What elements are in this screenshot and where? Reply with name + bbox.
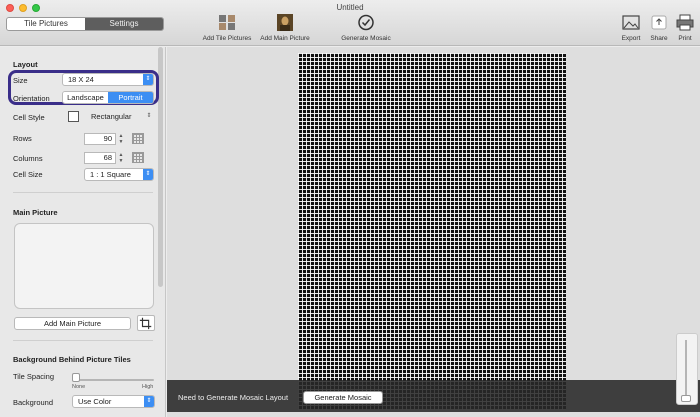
crop-icon bbox=[139, 317, 152, 330]
rows-grid-icon bbox=[132, 133, 144, 144]
share-button[interactable]: Share bbox=[647, 14, 671, 42]
export-button[interactable]: Export bbox=[619, 14, 643, 42]
rows-label: Rows bbox=[13, 134, 32, 143]
size-select[interactable]: 18 X 24 ⇕ bbox=[62, 73, 154, 86]
add-main-picture-label: Add Main Picture bbox=[260, 35, 310, 42]
size-value: 18 X 24 bbox=[68, 75, 94, 84]
section-divider bbox=[13, 192, 153, 193]
notice-text: Need to Generate Mosaic Layout bbox=[178, 393, 289, 402]
add-tile-pictures-label: Add Tile Pictures bbox=[202, 35, 252, 42]
tab-tile-pictures[interactable]: Tile Pictures bbox=[7, 18, 85, 30]
size-label: Size bbox=[13, 76, 28, 85]
zoom-slider[interactable] bbox=[685, 340, 687, 400]
generate-mosaic-toolbar-button[interactable]: Generate Mosaic bbox=[338, 14, 394, 42]
cell-style-value: Rectangular bbox=[91, 112, 132, 121]
columns-stepper[interactable]: ▲ ▼ bbox=[118, 152, 124, 164]
orientation-landscape[interactable]: Landscape bbox=[63, 92, 108, 103]
sidebar-tab-control: Tile Pictures Settings bbox=[6, 17, 164, 31]
main-picture-heading: Main Picture bbox=[13, 208, 58, 217]
cell-size-select[interactable]: 1 : 1 Square ⇕ bbox=[84, 168, 154, 181]
rows-stepper[interactable]: ▲ ▼ bbox=[118, 133, 124, 145]
share-icon bbox=[651, 15, 667, 30]
orientation-portrait[interactable]: Portrait bbox=[108, 92, 153, 103]
tab-settings[interactable]: Settings bbox=[85, 18, 163, 30]
background-label: Background bbox=[13, 398, 54, 407]
chevron-updown-icon: ⇕ bbox=[144, 396, 154, 407]
columns-label: Columns bbox=[13, 154, 43, 163]
main-picture-icon bbox=[277, 14, 293, 31]
print-label: Print bbox=[678, 35, 692, 42]
add-tile-pictures-button[interactable]: Add Tile Pictures bbox=[199, 14, 255, 42]
add-main-picture-button[interactable]: Add Main Picture bbox=[257, 14, 313, 42]
crop-button[interactable] bbox=[137, 315, 155, 331]
cell-style-select[interactable]: Rectangular ⇕ bbox=[85, 110, 155, 123]
tile-spacing-max-label: High bbox=[142, 384, 154, 390]
cell-size-value: 1 : 1 Square bbox=[90, 170, 131, 179]
orientation-control: Landscape Portrait bbox=[62, 91, 154, 104]
export-image-icon bbox=[622, 15, 640, 30]
generate-mosaic-button[interactable]: Generate Mosaic bbox=[303, 391, 383, 404]
layout-heading: Layout bbox=[13, 60, 38, 69]
printer-icon bbox=[676, 14, 694, 31]
tile-spacing-label: Tile Spacing bbox=[13, 372, 54, 381]
window-title: Untitled bbox=[336, 3, 364, 12]
main-picture-well[interactable] bbox=[14, 223, 154, 309]
section-divider bbox=[13, 340, 153, 341]
generate-check-icon bbox=[358, 14, 374, 31]
columns-input[interactable]: 68 bbox=[84, 152, 116, 164]
zoom-knob[interactable] bbox=[681, 395, 691, 402]
rows-input[interactable]: 90 bbox=[84, 133, 116, 145]
cell-style-checkbox[interactable] bbox=[68, 111, 79, 122]
print-button[interactable]: Print bbox=[674, 14, 696, 42]
add-main-picture-sidebar-button[interactable]: Add Main Picture bbox=[14, 317, 131, 330]
cell-style-label: Cell Style bbox=[13, 113, 45, 122]
generate-mosaic-label: Generate Mosaic bbox=[341, 35, 391, 42]
cell-size-label: Cell Size bbox=[13, 170, 43, 179]
chevron-updown-icon: ⇕ bbox=[143, 74, 153, 85]
background-select[interactable]: Use Color ⇕ bbox=[72, 395, 155, 408]
export-label: Export bbox=[621, 35, 641, 42]
background-heading: Background Behind Picture Tiles bbox=[13, 355, 131, 364]
tile-spacing-min-label: None bbox=[72, 384, 86, 390]
tile-spacing-knob[interactable] bbox=[72, 373, 80, 382]
chevron-updown-icon: ⇕ bbox=[143, 169, 153, 180]
columns-grid-icon bbox=[132, 152, 144, 163]
tile-pictures-icon bbox=[219, 15, 235, 30]
orientation-label: Orientation bbox=[13, 94, 50, 103]
share-label: Share bbox=[650, 35, 668, 42]
background-value: Use Color bbox=[78, 397, 112, 406]
tile-spacing-slider[interactable] bbox=[74, 379, 154, 381]
mosaic-grid-preview bbox=[298, 53, 566, 410]
chevron-updown-icon: ⇕ bbox=[146, 113, 152, 119]
